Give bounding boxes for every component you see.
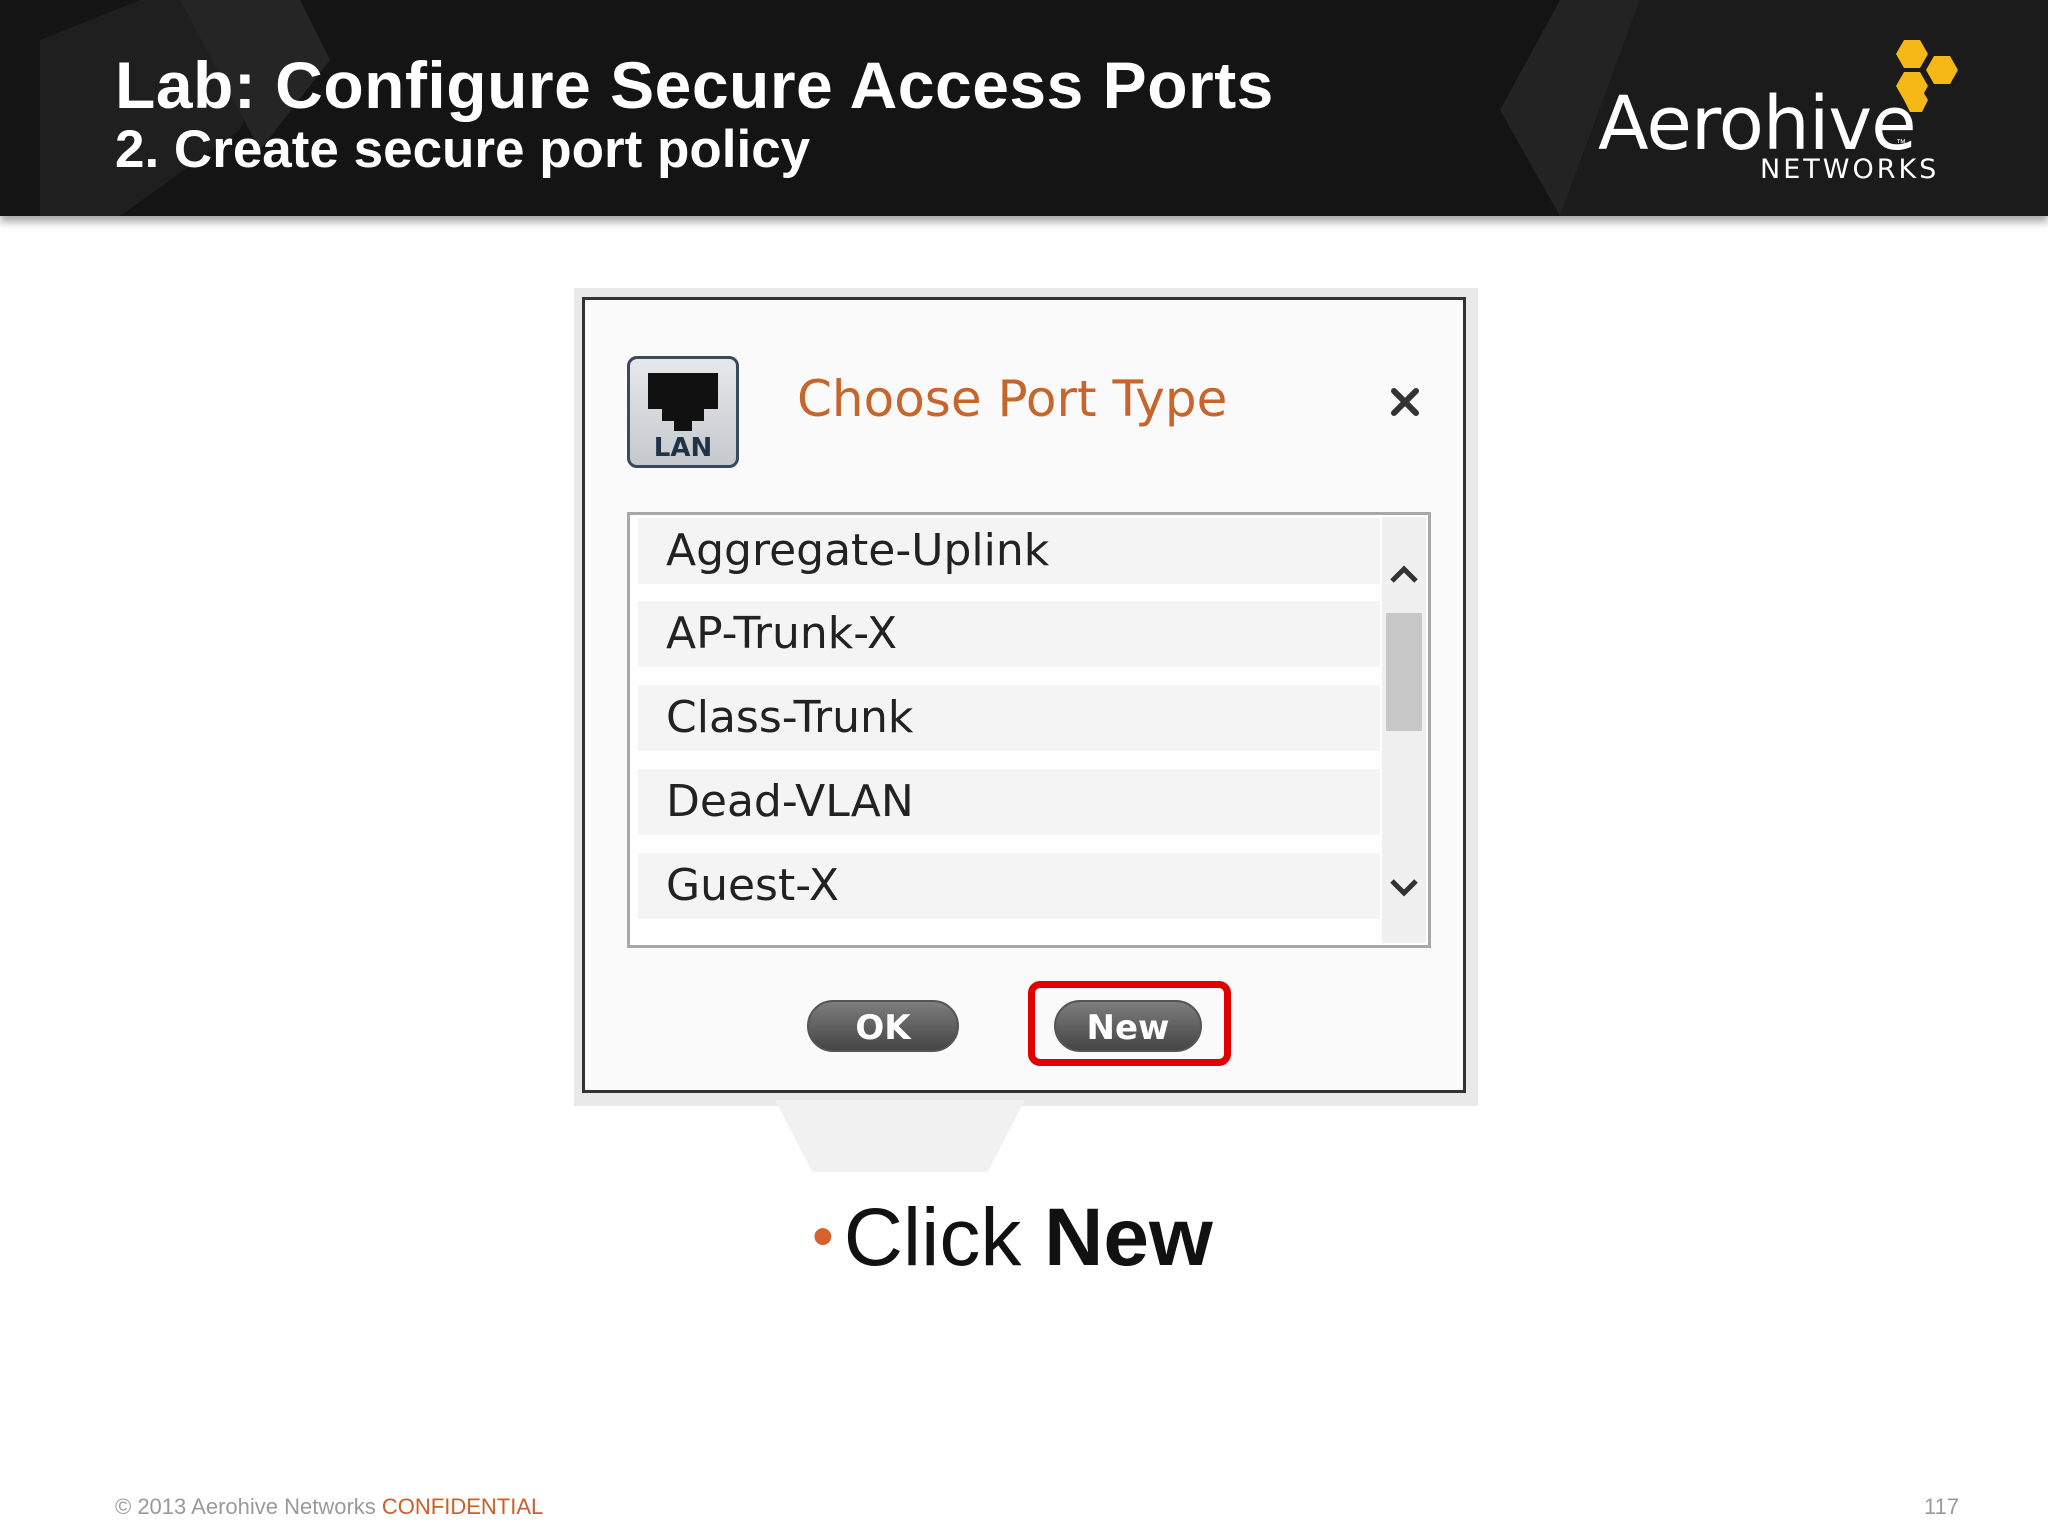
list-item[interactable]: Aggregate-Uplink — [638, 518, 1380, 584]
slide-title: Lab: Configure Secure Access Ports — [115, 48, 1274, 122]
chevron-up-icon[interactable] — [1384, 557, 1424, 593]
list-item[interactable]: Dead-VLAN — [638, 769, 1380, 835]
close-icon[interactable] — [1387, 384, 1423, 420]
logo-wordmark: Aerohive — [1598, 81, 1917, 167]
footer-copyright: © 2013 Aerohive Networks CONFIDENTIAL — [115, 1494, 543, 1520]
bullet-dot: • — [812, 1202, 834, 1271]
port-type-list[interactable]: Aggregate-Uplink AP-Trunk-X Class-Trunk … — [627, 512, 1431, 948]
page-number: 117 — [1924, 1494, 1960, 1519]
lan-icon-label: LAN — [653, 433, 713, 463]
list-scrollbar[interactable] — [1382, 517, 1426, 943]
list-item[interactable]: AP-Trunk-X — [638, 601, 1380, 667]
copyright-text: © 2013 Aerohive Networks — [115, 1494, 382, 1519]
new-button-highlight — [1028, 981, 1231, 1066]
chevron-down-icon[interactable] — [1384, 869, 1424, 905]
dialog-title: Choose Port Type — [797, 370, 1228, 428]
dialog-frame-tab — [775, 1100, 1025, 1172]
header-banner: Lab: Configure Secure Access Ports 2. Cr… — [0, 0, 2048, 216]
aerohive-logo: Aerohive ™ NETWORKS — [1590, 38, 1970, 188]
list-item[interactable]: Guest-X — [638, 853, 1380, 919]
instruction-emphasis: New — [1044, 1192, 1213, 1283]
instruction-bullet: • Click New — [812, 1190, 1213, 1285]
scrollbar-thumb[interactable] — [1386, 613, 1422, 731]
choose-port-type-dialog: LAN Choose Port Type Aggregate-Uplink AP… — [582, 297, 1466, 1093]
list-item[interactable]: Class-Trunk — [638, 685, 1380, 751]
slide-subtitle: 2. Create secure port policy — [115, 120, 811, 179]
confidential-label: CONFIDENTIAL — [381, 1494, 544, 1519]
logo-trademark: ™ — [1896, 138, 1906, 149]
logo-networks-text: NETWORKS — [1760, 154, 1940, 185]
instruction-prefix: Click — [843, 1192, 1045, 1283]
lan-port-icon: LAN — [627, 356, 739, 468]
ok-button[interactable]: OK — [807, 1000, 959, 1052]
ethernet-port-icon — [648, 373, 718, 431]
